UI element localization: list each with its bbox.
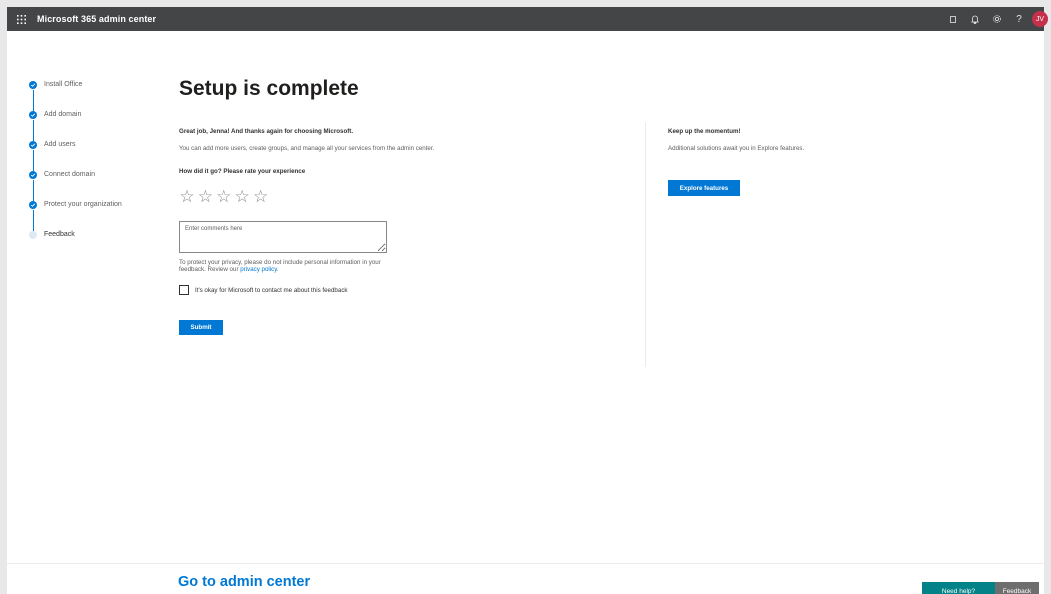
check-icon [29,141,37,149]
step-protect-organization: Protect your organization [29,199,122,231]
momentum-heading: Keep up the momentum! [668,128,741,135]
avatar[interactable]: JV [1032,11,1048,27]
star-icon[interactable]: ☆ [179,188,195,205]
step-connector [32,120,34,141]
step-connector [32,90,34,111]
step-label: Protect your organization [44,201,122,208]
star-rating: ☆ ☆ ☆ ☆ ☆ [179,188,271,205]
window-frame-left [0,0,7,594]
go-to-admin-center-link[interactable]: Go to admin center [178,574,310,590]
contact-consent-checkbox[interactable] [179,285,189,295]
check-icon [29,81,37,89]
contact-consent-label: It's okay for Microsoft to contact me ab… [195,286,348,294]
step-connector [32,150,34,171]
page-title: Setup is complete [179,77,359,100]
step-label: Install Office [44,81,83,88]
pending-step-dot [29,231,37,239]
check-icon [29,111,37,119]
step-connector [32,180,34,201]
star-icon[interactable]: ☆ [216,188,232,205]
star-icon[interactable]: ☆ [197,188,213,205]
topbar-actions: ? JV [942,7,1048,31]
step-install-office: Install Office [29,79,122,111]
step-connect-domain: Connect domain [29,169,122,201]
step-connector [32,210,34,231]
step-label: Add users [44,141,76,148]
contact-consent: It's okay for Microsoft to contact me ab… [179,285,348,295]
top-navigation-bar: Microsoft 365 admin center ? JV [7,7,1048,31]
window-frame-right [1044,0,1051,594]
submit-button[interactable]: Submit [179,320,223,335]
explore-features-button[interactable]: Explore features [668,180,740,196]
footer-divider [7,563,1044,564]
help-icon[interactable]: ? [1008,7,1030,31]
bell-icon[interactable] [964,7,986,31]
check-icon [29,171,37,179]
gear-icon[interactable] [986,7,1008,31]
privacy-notice: To protect your privacy, please do not i… [179,259,409,273]
check-icon [29,201,37,209]
app-title[interactable]: Microsoft 365 admin center [37,14,156,24]
need-help-button[interactable]: Need help? [922,582,995,594]
step-add-domain: Add domain [29,109,122,141]
vertical-divider [645,122,646,367]
rating-question: How did it go? Please rate your experien… [179,168,306,175]
description-text: You can add more users, create groups, a… [179,145,435,152]
privacy-policy-link[interactable]: privacy policy. [240,266,278,273]
momentum-description: Additional solutions await you in Explor… [668,145,805,152]
feedback-button[interactable]: Feedback [995,582,1039,594]
greeting-text: Great job, Jenna! And thanks again for c… [179,128,354,135]
step-label: Feedback [44,231,75,238]
window-frame-top [0,0,1051,7]
step-feedback: Feedback [29,229,122,259]
step-add-users: Add users [29,139,122,171]
setup-stepper: Install Office Add domain Add users Conn… [29,79,122,259]
star-icon[interactable]: ☆ [253,188,269,205]
app-launcher-icon[interactable] [10,7,32,31]
star-icon[interactable]: ☆ [234,188,250,205]
step-label: Connect domain [44,171,95,178]
comment-field[interactable] [179,221,387,253]
window-icon[interactable] [942,7,964,31]
privacy-text: To protect your privacy, please do not i… [179,259,381,274]
step-label: Add domain [44,111,82,118]
